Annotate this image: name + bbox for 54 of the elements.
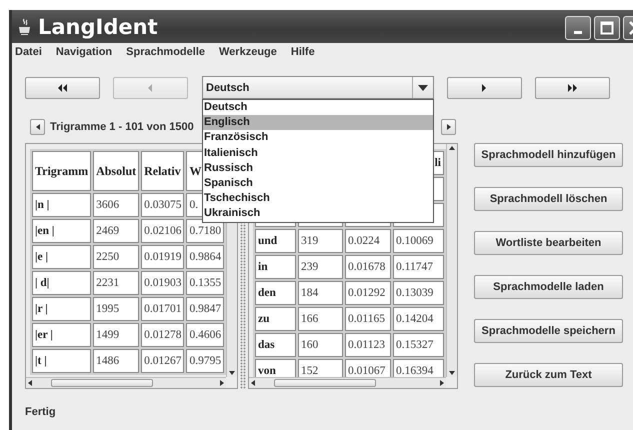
table-cell: 0.9795 xyxy=(186,349,224,373)
table-cell: 160 xyxy=(298,333,343,357)
table-cell: von xyxy=(255,359,296,377)
table-cell: das xyxy=(255,333,296,357)
table-cell: 0.4606 xyxy=(186,323,224,347)
table-cell: in xyxy=(255,255,296,279)
table-cell: 239 xyxy=(298,255,343,279)
table-cell: 0.02106 xyxy=(141,219,184,243)
table-cell: 0.7180 xyxy=(186,219,224,243)
table-cell: 0.13039 xyxy=(393,281,444,305)
table-cell: 319 xyxy=(298,229,343,253)
pager-label: Trigramme 1 - 101 von 1500 xyxy=(50,121,194,133)
table-cell: 1499 xyxy=(93,323,140,347)
table-cell: 0.16394 xyxy=(393,359,444,377)
table-cell: 0.01267 xyxy=(141,349,184,373)
table-cell: 152 xyxy=(298,359,343,377)
status-text: Fertig xyxy=(25,406,57,418)
table-cell: zu xyxy=(255,307,296,331)
table-cell: |e | xyxy=(32,245,92,269)
table-cell: 0.01292 xyxy=(345,281,391,305)
table-cell: |t | xyxy=(32,349,92,373)
table-cell: 0.9847 xyxy=(186,297,224,321)
window-title: LangIdent xyxy=(38,14,158,38)
table-cell: 0.11747 xyxy=(393,255,444,279)
table-cell: | d| xyxy=(32,271,92,295)
table-cell: |r | xyxy=(32,297,92,321)
table-cell: 0.15327 xyxy=(393,333,444,357)
table-cell: 2231 xyxy=(93,271,140,295)
table-cell: 166 xyxy=(298,307,343,331)
table-cell: 0.01278 xyxy=(141,323,184,347)
table-cell: 0.01165 xyxy=(345,307,391,331)
table-cell: |n | xyxy=(32,193,92,217)
table-cell: 0.10069 xyxy=(393,229,444,253)
table-cell: 0.01123 xyxy=(345,333,391,357)
table-cell: 1486 xyxy=(93,349,140,373)
table-cell: den xyxy=(255,281,296,305)
table-cell: 0.01678 xyxy=(345,255,391,279)
table-cell: |en | xyxy=(32,219,92,243)
table-cell: 0.01903 xyxy=(141,271,184,295)
table-cell: 0.03075 xyxy=(141,193,184,217)
table-cell: 0.9864 xyxy=(186,245,224,269)
table-cell: 184 xyxy=(298,281,343,305)
table-cell: 2250 xyxy=(93,245,140,269)
table-cell: 0.14204 xyxy=(393,307,444,331)
table-cell: 0.01067 xyxy=(345,359,391,377)
table-cell: 1995 xyxy=(93,297,140,321)
table-cell: 3606 xyxy=(93,193,140,217)
table-cell: 0.01701 xyxy=(141,297,184,321)
table-cell: 0.01919 xyxy=(141,245,184,269)
table-cell: 0.1355 xyxy=(186,271,224,295)
table-cell: und xyxy=(255,229,296,253)
table-cell: 2469 xyxy=(93,219,140,243)
table-cell: |er | xyxy=(32,323,92,347)
table-cell: 0.0224 xyxy=(345,229,391,253)
